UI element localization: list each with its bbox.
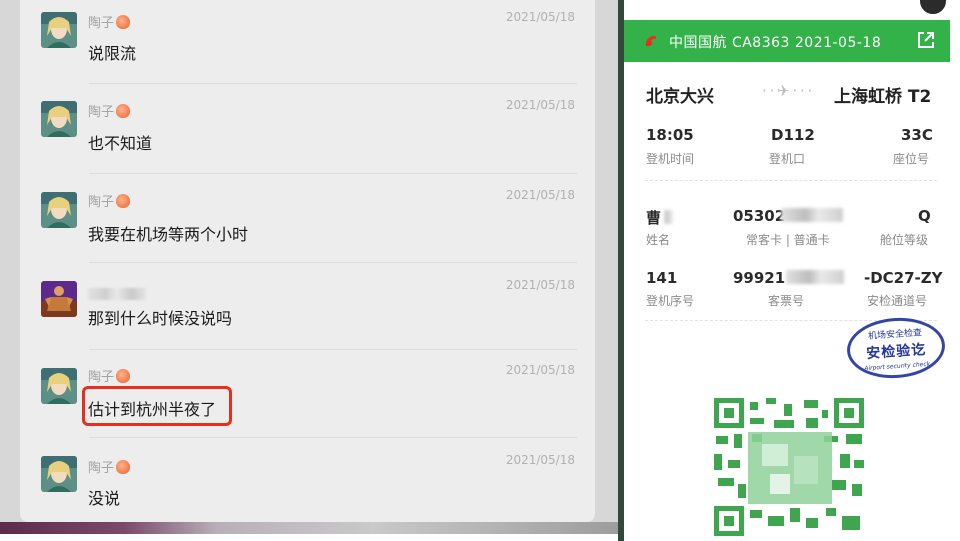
desktop-bottom-strip (0, 522, 622, 534)
plane-icon: · · ✈ · · · (762, 82, 812, 100)
message-text: 那到什么时候没说吗 (88, 309, 233, 328)
gate-label: 登机口 (769, 152, 806, 166)
avatar[interactable] (41, 12, 77, 48)
gate-value: D112 (771, 126, 815, 144)
sender-name-blurred (88, 288, 146, 300)
chat-message[interactable]: 陶子 2021/05/18 说限流 (20, 0, 595, 84)
avatar[interactable] (41, 101, 77, 137)
avatar[interactable] (41, 456, 77, 492)
sender-name: 陶子 (88, 101, 131, 120)
frequent-flyer-label: 常客卡 | 普通卡 (746, 233, 830, 247)
sender-name: 陶子 (88, 457, 131, 476)
security-lane-label: 安检通道号 (867, 294, 928, 308)
frequent-flyer-value: 05302 (733, 207, 786, 225)
boarding-pass-header: 中国国航 CA8363 2021-05-18 (624, 20, 950, 62)
boarding-time-value: 18:05 (646, 126, 694, 144)
sender-name: 陶子 (88, 12, 131, 31)
passenger-name-value: 曹 (646, 209, 662, 227)
peach-icon (116, 369, 131, 383)
seat-value: 33C (901, 126, 933, 144)
message-text: 没说 (88, 489, 121, 508)
sender-name: 陶子 (88, 191, 131, 210)
sender-name: 陶子 (88, 366, 131, 385)
avatar[interactable] (41, 281, 77, 317)
chat-message[interactable]: 陶子 2021/05/18 也不知道 (20, 84, 595, 174)
peach-icon (116, 194, 131, 208)
seat-label: 座位号 (893, 152, 930, 166)
screenshot-stage: 陶子 2021/05/18 说限流 陶子 2021/05/18 也不知道 陶子 … (0, 0, 960, 541)
boarding-time-label: 登机时间 (646, 152, 695, 166)
cabin-class-label: 舱位等级 (880, 233, 929, 247)
message-text: 我要在机场等两个小时 (88, 225, 249, 244)
redacted-card-number (781, 208, 843, 222)
cabin-class-value: Q (918, 207, 931, 225)
security-lane-value: -DC27-ZY (864, 269, 943, 287)
chat-message[interactable]: 陶子 2021/05/18 我要在机场等两个小时 (20, 174, 595, 263)
chat-message[interactable]: 2021/05/18 那到什么时候没说吗 (20, 263, 595, 350)
avatar[interactable] (41, 192, 77, 228)
avatar[interactable] (41, 368, 77, 404)
message-text: 估计到杭州半夜了 (88, 400, 217, 419)
chat-history-panel[interactable]: 陶子 2021/05/18 说限流 陶子 2021/05/18 也不知道 陶子 … (20, 0, 595, 522)
message-text: 说限流 (88, 44, 137, 63)
chat-message[interactable]: 陶子 2021/05/18 估计到杭州半夜了 (20, 350, 595, 438)
qr-code-icon[interactable] (714, 398, 864, 536)
departure-airport: 北京大兴 (646, 87, 714, 107)
message-time: 2021/05/18 (505, 453, 575, 467)
peach-icon (116, 104, 131, 118)
separator (645, 180, 937, 181)
boarding-sequence-value: 141 (646, 269, 678, 287)
message-time: 2021/05/18 (505, 278, 575, 292)
arrival-airport: 上海虹桥 T2 (834, 87, 932, 107)
ticket-number-value: 99921 (733, 269, 786, 287)
boarding-sequence-label: 登机序号 (646, 294, 695, 308)
air-china-logo-icon (645, 35, 657, 46)
message-time: 2021/05/18 (505, 98, 575, 112)
passenger-name-label: 姓名 (646, 233, 671, 247)
peach-icon (116, 460, 131, 474)
message-time: 2021/05/18 (505, 188, 575, 202)
share-icon[interactable] (916, 30, 936, 50)
flight-title: 中国国航 CA8363 2021-05-18 (669, 35, 882, 51)
peach-icon (116, 15, 131, 29)
message-time: 2021/05/18 (505, 363, 575, 377)
message-text: 也不知道 (88, 134, 153, 153)
window-edge (618, 0, 624, 541)
redacted-ticket-number (786, 270, 844, 284)
message-time: 2021/05/18 (505, 10, 575, 24)
chat-message[interactable]: 陶子 2021/05/18 没说 (20, 438, 595, 522)
ticket-number-label: 客票号 (768, 294, 805, 308)
redacted-name (664, 210, 672, 224)
